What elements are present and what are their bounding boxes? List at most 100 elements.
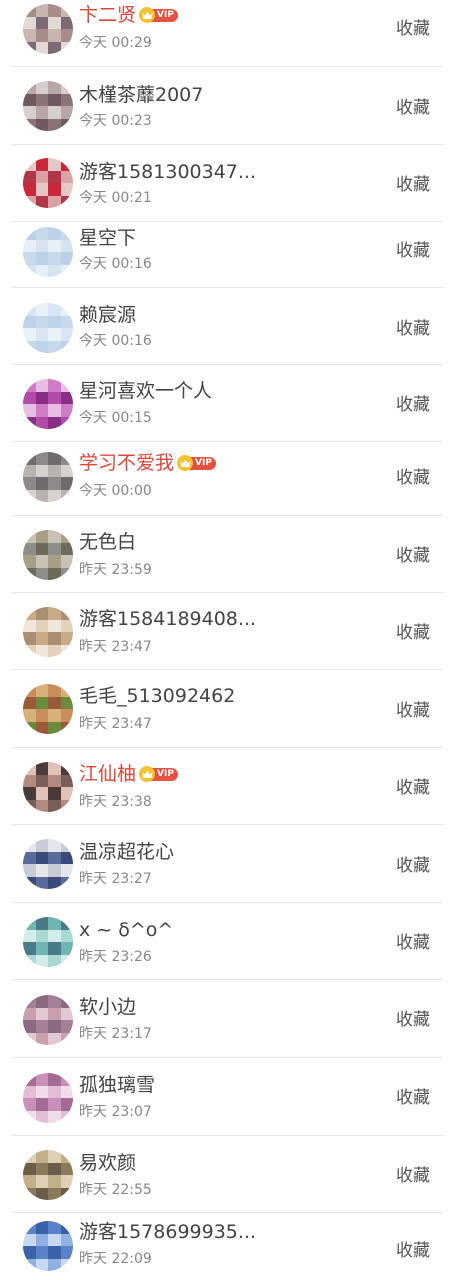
avatar[interactable]: [23, 1073, 73, 1123]
list-item[interactable]: 易欢颜 昨天 22:55 收藏: [0, 1136, 453, 1213]
list-item[interactable]: 游客1578699935... 昨天 22:09 收藏: [0, 1213, 453, 1280]
list-item[interactable]: 木槿茶蘼2007 今天 00:23 收藏: [0, 67, 453, 145]
vip-tag: VIP: [189, 456, 216, 470]
avatar-mosaic-tile: [35, 607, 48, 620]
avatar[interactable]: [23, 303, 73, 353]
favorite-button[interactable]: 收藏: [396, 776, 430, 800]
avatar-mosaic-tile: [35, 464, 48, 477]
user-name[interactable]: 游客1584189408...: [79, 606, 256, 632]
list-item[interactable]: 赖宸源今天 00:16 收藏: [0, 288, 453, 365]
avatar-mosaic-tile: [23, 607, 36, 620]
favorite-button[interactable]: 收藏: [396, 1164, 430, 1188]
user-name[interactable]: x ~ δ^o^: [79, 917, 173, 943]
avatar[interactable]: [23, 684, 73, 734]
avatar-mosaic-tile: [23, 954, 36, 967]
favorite-button[interactable]: 收藏: [396, 699, 430, 723]
list-item[interactable]: 星空下 今天 00:16 收藏: [0, 222, 453, 288]
user-name[interactable]: 星河喜欢一个人: [79, 378, 212, 404]
avatar-mosaic-tile: [48, 1221, 61, 1234]
favorite-button[interactable]: 收藏: [396, 931, 430, 955]
favorite-button[interactable]: 收藏: [396, 239, 430, 263]
list-item[interactable]: x ~ δ^o^ 昨天 23:26 收藏: [0, 903, 453, 980]
favorite-button[interactable]: 收藏: [396, 544, 430, 568]
avatar[interactable]: [23, 607, 73, 657]
list-item[interactable]: 温凉超花心 昨天 23:27 收藏: [0, 825, 453, 903]
favorite-button[interactable]: 收藏: [396, 173, 430, 197]
avatar[interactable]: [23, 1221, 73, 1271]
avatar[interactable]: [23, 1150, 73, 1200]
list-item[interactable]: 江仙柚 VIP 昨天 23:38 收藏: [0, 748, 453, 825]
avatar-mosaic-tile: [23, 619, 36, 632]
favorite-button[interactable]: 收藏: [396, 854, 430, 878]
user-name[interactable]: 江仙柚: [79, 761, 136, 787]
favorite-button[interactable]: 收藏: [396, 317, 430, 341]
list-item[interactable]: 卞二贤 VIP 今天 00:29 收藏: [0, 0, 453, 67]
user-name-line: 易欢颜: [79, 1150, 136, 1176]
user-name[interactable]: 易欢颜: [79, 1150, 136, 1176]
favorite-button[interactable]: 收藏: [396, 393, 430, 417]
user-name[interactable]: 卞二贤: [79, 2, 136, 28]
list-item[interactable]: 软小边 昨天 23:17 收藏: [0, 980, 453, 1058]
avatar-mosaic-tile: [60, 839, 73, 852]
user-name[interactable]: 木槿茶蘼2007: [79, 82, 203, 108]
avatar-mosaic-tile: [23, 464, 36, 477]
avatar[interactable]: [23, 839, 73, 889]
favorite-button[interactable]: 收藏: [396, 96, 430, 120]
user-name-line: 孤独璃雪: [79, 1072, 155, 1098]
avatar-mosaic-tile: [48, 644, 61, 657]
favorite-button[interactable]: 收藏: [396, 1086, 430, 1110]
list-item[interactable]: 孤独璃雪昨天 23:07 收藏: [0, 1058, 453, 1136]
user-name-line: 木槿茶蘼2007: [79, 82, 203, 108]
visit-time: 今天 00:16: [79, 333, 152, 349]
favorite-button[interactable]: 收藏: [396, 1239, 430, 1263]
avatar-mosaic-tile: [23, 1175, 36, 1188]
avatar[interactable]: [23, 379, 73, 429]
favorite-button[interactable]: 收藏: [396, 1008, 430, 1032]
user-name[interactable]: 软小边: [79, 994, 136, 1020]
avatar[interactable]: [23, 530, 73, 580]
avatar-mosaic-tile: [23, 489, 36, 502]
list-item[interactable]: 游客1581300347... 今天 00:21 收藏: [0, 145, 453, 222]
user-name-line: 游客1584189408...: [79, 606, 256, 632]
avatar-mosaic-tile: [23, 1221, 36, 1234]
avatar-mosaic-tile: [60, 41, 73, 54]
avatar[interactable]: [23, 4, 73, 54]
favorite-button[interactable]: 收藏: [396, 466, 430, 490]
avatar-mosaic-tile: [48, 158, 61, 171]
avatar-mosaic-tile: [48, 170, 61, 183]
user-name[interactable]: 游客1578699935...: [79, 1219, 256, 1245]
list-item[interactable]: 游客1584189408... 昨天 23:47 收藏: [0, 593, 453, 670]
user-name[interactable]: 毛毛_513092462: [79, 683, 235, 709]
avatar[interactable]: [23, 995, 73, 1045]
avatar-mosaic-tile: [60, 452, 73, 465]
avatar-mosaic-tile: [35, 328, 48, 341]
avatar[interactable]: [23, 81, 73, 131]
user-name[interactable]: 温凉超花心: [79, 839, 174, 865]
favorite-button[interactable]: 收藏: [396, 621, 430, 645]
avatar[interactable]: [23, 917, 73, 967]
user-name[interactable]: 学习不爱我: [79, 450, 174, 476]
avatar-mosaic-tile: [60, 1246, 73, 1259]
list-item[interactable]: 无色白 昨天 23:59 收藏: [0, 516, 453, 593]
user-name[interactable]: 孤独璃雪: [79, 1072, 155, 1098]
visit-time: 昨天 23:07: [79, 1104, 152, 1120]
list-item[interactable]: 学习不爱我 VIP 今天 00:00 收藏: [0, 442, 453, 516]
avatar[interactable]: [23, 158, 73, 208]
favorite-button[interactable]: 收藏: [396, 17, 430, 41]
user-name-line: 星空下: [79, 225, 136, 251]
list-item[interactable]: 毛毛_513092462 昨天 23:47 收藏: [0, 670, 453, 748]
avatar[interactable]: [23, 762, 73, 812]
avatar-mosaic-tile: [48, 1150, 61, 1163]
avatar-mosaic-tile: [48, 379, 61, 392]
list-item[interactable]: 星河喜欢一个人 今天 00:15 收藏: [0, 365, 453, 442]
user-name[interactable]: 星空下: [79, 225, 136, 251]
user-name[interactable]: 游客1581300347...: [79, 159, 256, 185]
avatar-mosaic-tile: [35, 16, 48, 29]
avatar-mosaic-tile: [60, 1032, 73, 1045]
avatar-mosaic-tile: [60, 917, 73, 930]
user-name[interactable]: 赖宸源: [79, 302, 136, 328]
avatar[interactable]: [23, 452, 73, 502]
user-name[interactable]: 无色白: [79, 529, 136, 555]
avatar[interactable]: [23, 227, 73, 277]
avatar-mosaic-tile: [60, 787, 73, 800]
